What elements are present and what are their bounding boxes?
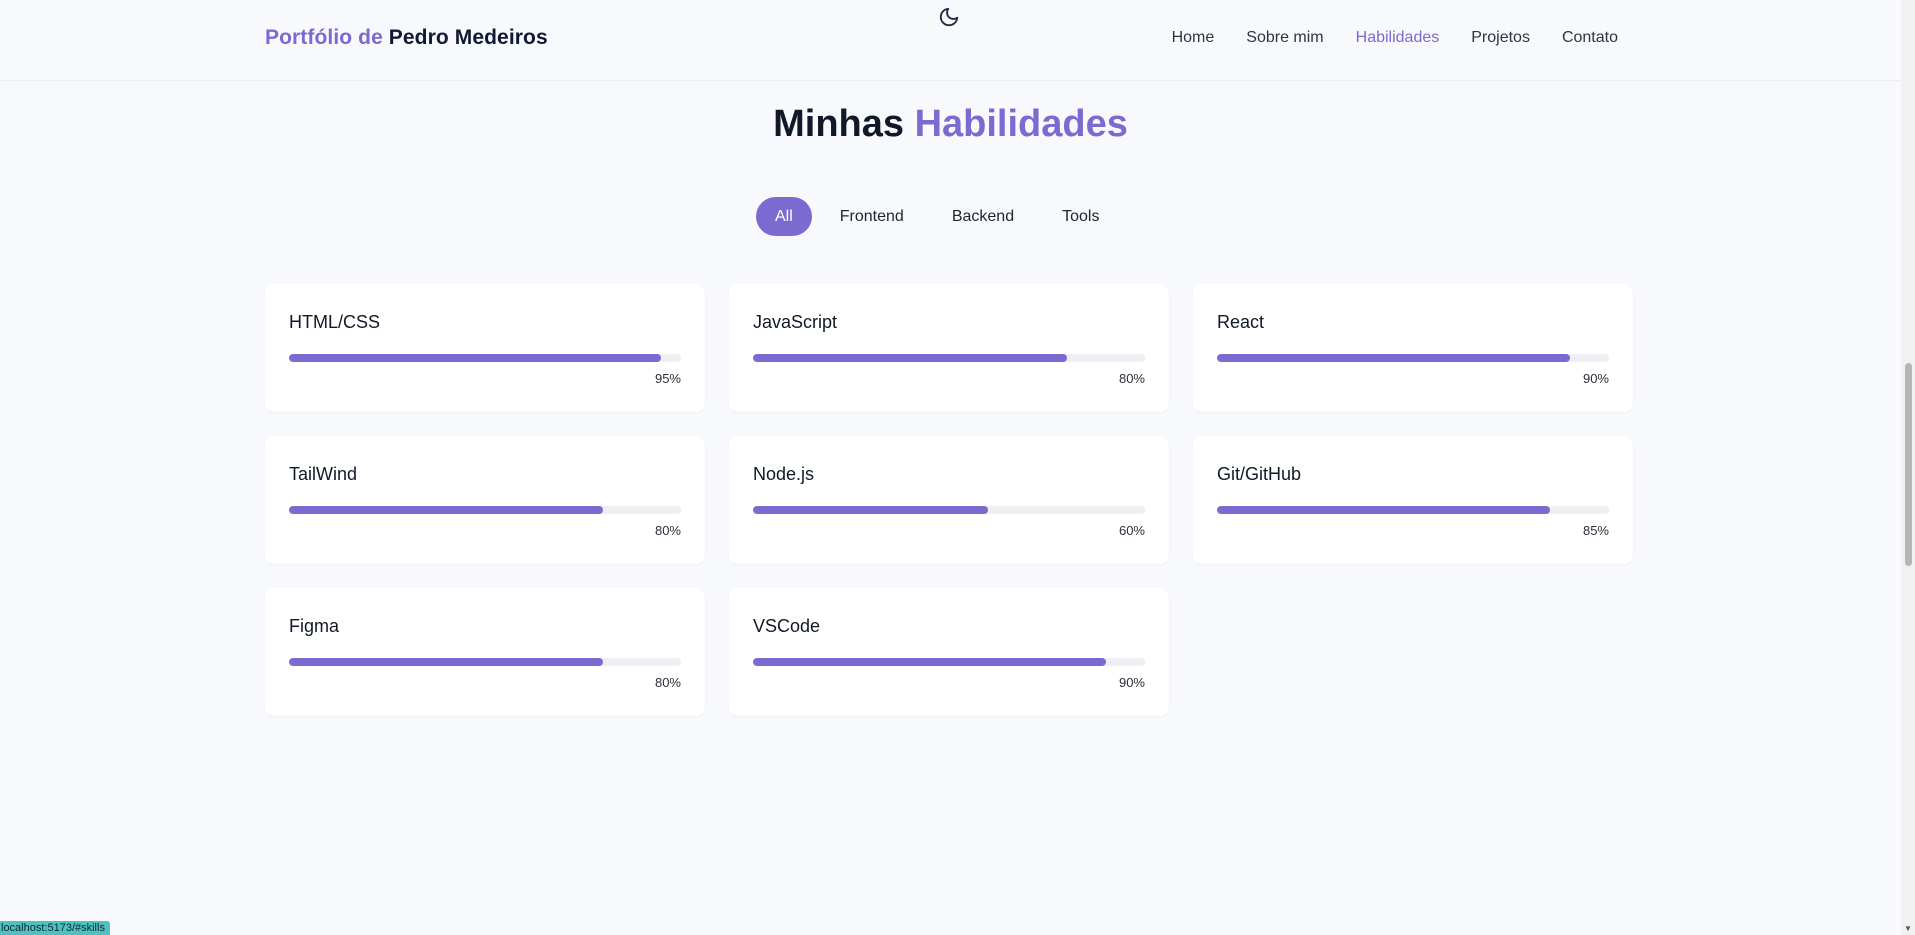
- skill-progress-track: [753, 658, 1145, 666]
- moon-icon: [939, 7, 959, 27]
- skill-name: JavaScript: [753, 312, 838, 332]
- skill-progress-fill: [753, 658, 1106, 666]
- filter-frontend-button[interactable]: Frontend: [820, 197, 924, 236]
- section-title-accent: Habilidades: [914, 103, 1128, 145]
- skill-name: Git/GitHub: [1217, 464, 1302, 484]
- skill-card: HTML/CSS 95%: [265, 284, 705, 412]
- skill-percentage: 85%: [1582, 523, 1609, 538]
- skill-filter-group: All Frontend Backend Tools: [756, 197, 1119, 236]
- skill-card: Node.js 60%: [729, 436, 1169, 564]
- skill-percentage: 90%: [1582, 371, 1609, 386]
- skill-name: HTML/CSS: [289, 312, 381, 332]
- skill-progress-fill: [753, 506, 989, 514]
- skill-percentage: 80%: [654, 523, 681, 538]
- section-title-prefix: Minhas: [773, 103, 905, 145]
- skill-name: TailWind: [289, 464, 358, 484]
- nav-link-home[interactable]: Home: [1172, 29, 1215, 47]
- brand-name: Pedro Medeiros: [388, 26, 548, 49]
- navbar: Portfólio de Pedro Medeiros Home Sobre m…: [0, 0, 1901, 81]
- skill-percentage: 95%: [654, 371, 681, 386]
- nav-link-projetos[interactable]: Projetos: [1471, 29, 1530, 47]
- filter-backend-button[interactable]: Backend: [932, 197, 1034, 236]
- skill-name: Node.js: [753, 464, 815, 484]
- link-status-url: localhost:5173/#skills: [0, 921, 110, 935]
- scroll-down-arrow-icon[interactable]: ▼: [1904, 924, 1912, 933]
- skill-card: React 90%: [1193, 284, 1633, 412]
- nav-link-sobre-mim[interactable]: Sobre mim: [1246, 29, 1323, 47]
- skill-percentage: 60%: [1118, 523, 1145, 538]
- nav-link-habilidades[interactable]: Habilidades: [1356, 29, 1440, 47]
- brand-prefix: Portfólio de: [265, 26, 383, 49]
- skill-progress-fill: [753, 354, 1067, 362]
- skill-percentage: 90%: [1118, 675, 1145, 690]
- theme-toggle-button[interactable]: [936, 4, 962, 30]
- skill-percentage: 80%: [1118, 371, 1145, 386]
- scrollbar-thumb[interactable]: [1905, 363, 1912, 566]
- filter-all-button[interactable]: All: [756, 197, 812, 236]
- skill-progress-track: [289, 506, 681, 514]
- nav-link-contato[interactable]: Contato: [1562, 29, 1618, 47]
- section-title: Minhas Habilidades: [0, 103, 1901, 146]
- skill-percentage: 80%: [654, 675, 681, 690]
- nav-menu: Home Sobre mim Habilidades Projetos Cont…: [1172, 29, 1618, 47]
- skill-card: VSCode 90%: [729, 588, 1169, 716]
- skills-grid: HTML/CSS 95% JavaScript 80% React 90% Ta…: [265, 284, 1633, 716]
- skill-progress-track: [289, 658, 681, 666]
- skill-progress-fill: [1217, 354, 1570, 362]
- skill-name: React: [1217, 312, 1265, 332]
- skill-progress-track: [289, 354, 681, 362]
- skill-progress-track: [1217, 354, 1609, 362]
- skill-name: Figma: [289, 616, 340, 636]
- skill-card: TailWind 80%: [265, 436, 705, 564]
- skill-progress-fill: [1217, 506, 1551, 514]
- skill-progress-fill: [289, 658, 603, 666]
- skill-card: Git/GitHub 85%: [1193, 436, 1633, 564]
- skill-card: JavaScript 80%: [729, 284, 1169, 412]
- filter-tools-button[interactable]: Tools: [1042, 197, 1119, 236]
- page-scrollbar[interactable]: ▼: [1901, 0, 1915, 935]
- skill-progress-track: [1217, 506, 1609, 514]
- brand-logo[interactable]: Portfólio de Pedro Medeiros: [265, 26, 548, 50]
- skill-progress-fill: [289, 506, 603, 514]
- skill-name: VSCode: [753, 616, 821, 636]
- skill-card: Figma 80%: [265, 588, 705, 716]
- skill-progress-fill: [289, 354, 662, 362]
- skill-progress-track: [753, 506, 1145, 514]
- skill-progress-track: [753, 354, 1145, 362]
